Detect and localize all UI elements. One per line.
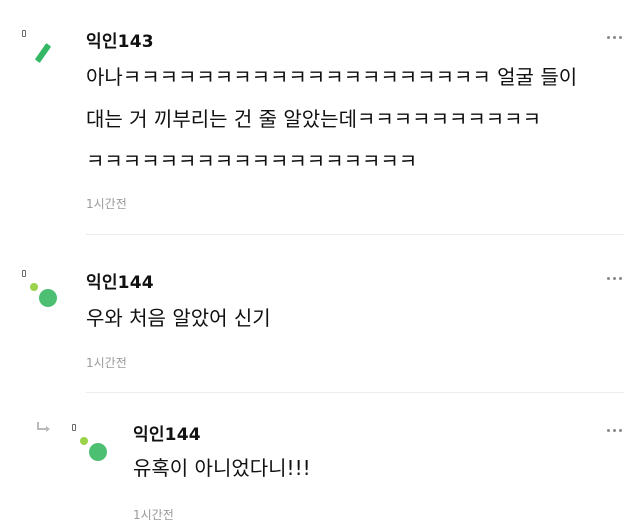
reply-comment-144: 익인144 유혹이 아니었다니!!! 1시간전 <box>0 0 640 525</box>
more-options-icon[interactable] <box>604 425 624 435</box>
comment-author[interactable]: 익인144 <box>133 420 201 445</box>
avatar-dots-icon <box>80 437 107 461</box>
comment-line: 유혹이 아니었다니!!! <box>133 456 311 480</box>
reply-arrow-icon <box>37 422 50 432</box>
avatar[interactable] <box>72 424 112 464</box>
comment-time: 1시간전 <box>133 508 174 522</box>
